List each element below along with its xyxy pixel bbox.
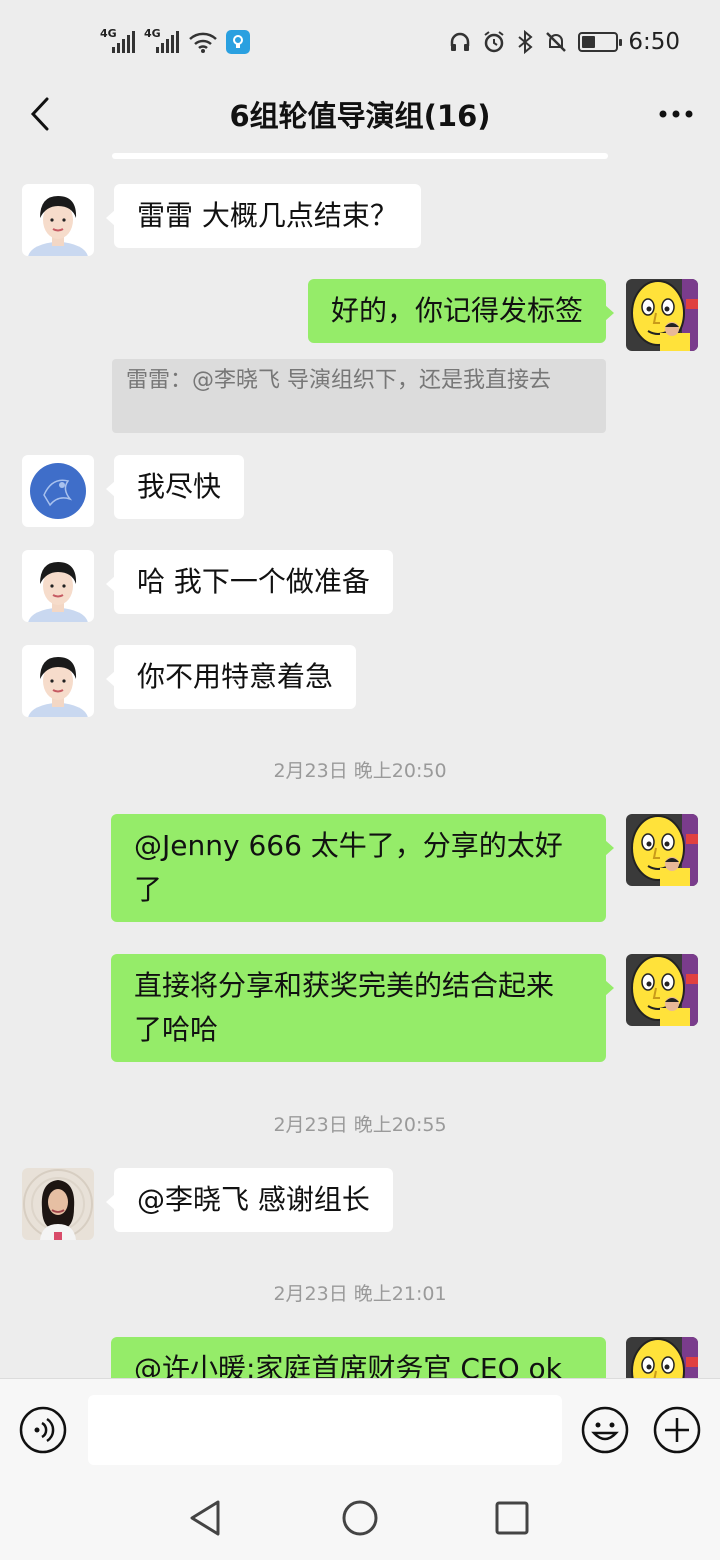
message-bubble-incoming[interactable]: 我尽快 <box>105 455 245 519</box>
notification-app-icon <box>226 30 250 54</box>
avatar[interactable] <box>626 814 698 886</box>
message-line: 直接将分享和获奖完美的结合起来 <box>134 969 555 1002</box>
message-timestamp: 2月23日 晚上20:55 <box>273 1114 447 1136</box>
voice-icon[interactable] <box>18 1405 68 1455</box>
message-bubble-incoming[interactable]: 雷雷 大概几点结束？ <box>106 184 421 248</box>
quoted-message[interactable]: 雷雷：@李晓飞 导演组织下，还是我直接去 <box>112 359 606 433</box>
avatar[interactable] <box>22 1168 94 1240</box>
alarm-icon <box>484 31 504 53</box>
message-timestamp: 2月23日 晚上20:50 <box>273 760 447 782</box>
woman-portrait-avatar-icon <box>22 184 94 256</box>
avatar[interactable] <box>22 184 94 256</box>
message-timestamp: 2月23日 晚上21:01 <box>273 1283 447 1305</box>
message-bubble-outgoing[interactable]: @Jenny 666 太牛了，分享的太好 了 <box>111 814 614 922</box>
battery-icon <box>578 32 623 52</box>
nav-home-icon[interactable] <box>340 1498 380 1538</box>
avatar[interactable] <box>626 954 698 1026</box>
woman-selfie-avatar-icon <box>22 1168 94 1240</box>
system-navigation-bar <box>0 1478 720 1560</box>
message-bubble-outgoing[interactable]: 好的，你记得发标签 <box>307 279 615 343</box>
wifi-icon <box>189 32 217 53</box>
pinned-message-bar[interactable] <box>112 153 608 159</box>
avatar[interactable] <box>22 550 94 622</box>
message-bubble-outgoing[interactable]: 直接将分享和获奖完美的结合起来 了哈哈 <box>111 954 614 1062</box>
bluetooth-icon <box>518 30 533 54</box>
chat-header: 6组轮值导演组(16) <box>0 84 720 144</box>
blue-circle-logo-avatar-icon <box>22 455 94 527</box>
woman-portrait-avatar-icon <box>22 645 94 717</box>
avatar[interactable] <box>626 279 698 351</box>
more-options-icon[interactable] <box>656 94 696 134</box>
message-bubble-incoming[interactable]: 哈 我下一个做准备 <box>106 550 393 614</box>
woman-portrait-avatar-icon <box>22 550 94 622</box>
message-line: 了哈哈 <box>134 1013 219 1046</box>
nav-back-icon[interactable] <box>186 1498 226 1538</box>
chat-title[interactable]: 6组轮值导演组(16) <box>229 93 490 135</box>
message-bubble-incoming[interactable]: @李晓飞 感谢组长 <box>106 1168 393 1232</box>
emoji-icon[interactable] <box>580 1405 630 1455</box>
message-bubble-incoming[interactable]: 你不用特意着急 <box>105 645 357 709</box>
status-bar: 4G 4G 6:50 <box>0 0 720 84</box>
avatar[interactable] <box>22 455 94 527</box>
back-arrow-icon[interactable] <box>20 94 60 134</box>
cellular-signal-icon-2: 4G <box>144 27 180 55</box>
headphones-icon <box>451 32 470 51</box>
message-line: @Jenny 666 太牛了，分享的太好 <box>134 829 563 862</box>
message-input[interactable] <box>88 1395 562 1465</box>
nav-recent-apps-icon[interactable] <box>492 1498 532 1538</box>
cartoon-yellow-face-avatar-icon <box>626 279 698 351</box>
cartoon-yellow-face-avatar-icon <box>626 814 698 886</box>
avatar[interactable] <box>22 645 94 717</box>
cellular-signal-icon: 4G <box>100 27 136 55</box>
mute-bell-icon <box>546 32 567 52</box>
cartoon-yellow-face-avatar-icon <box>626 954 698 1026</box>
clock: 6:50 <box>628 29 680 55</box>
plus-icon[interactable] <box>652 1405 702 1455</box>
input-bar <box>0 1378 720 1478</box>
message-line: 了 <box>134 873 163 906</box>
